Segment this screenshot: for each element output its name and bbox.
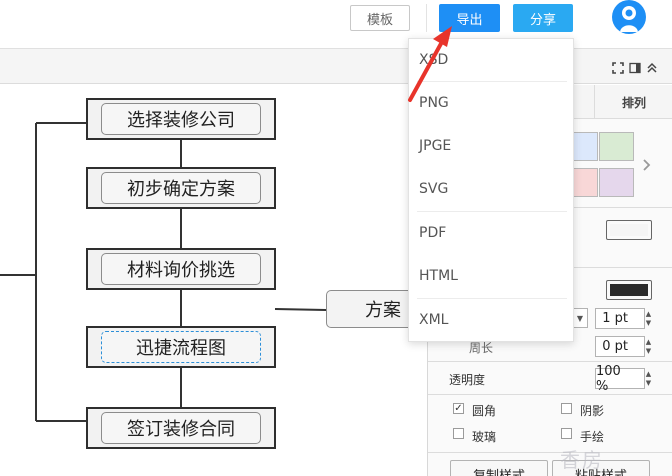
opacity-input[interactable]: 100 %: [595, 364, 645, 394]
copy-style-button[interactable]: 复制样式: [450, 460, 548, 476]
style-swatch[interactable]: [599, 168, 634, 197]
flow-node[interactable]: 签订装修合同: [86, 407, 276, 449]
glass-label: 玻璃: [472, 430, 497, 444]
divider: [428, 452, 672, 453]
divider: [428, 394, 672, 395]
flow-node[interactable]: 材料询价挑选: [86, 248, 276, 290]
export-menu-item-xsd[interactable]: XSD: [419, 52, 448, 68]
opacity-label: 透明度: [449, 373, 486, 387]
export-menu: XSD PNG JPGE SVG PDF HTML XML: [408, 38, 574, 342]
chevron-right-icon[interactable]: [642, 157, 652, 176]
export-menu-item-png[interactable]: PNG: [419, 95, 449, 111]
perimeter-stepper[interactable]: ▲ ▼: [643, 336, 654, 357]
export-menu-item-xml[interactable]: XML: [419, 312, 448, 328]
fill-color-button[interactable]: [606, 220, 652, 240]
export-menu-item-jpge[interactable]: JPGE: [419, 138, 451, 154]
fill-color-preview: [610, 224, 648, 236]
opacity-stepper[interactable]: ▲ ▼: [643, 368, 654, 389]
flow-node-label: 初步确定方案: [101, 172, 261, 204]
line-style-select[interactable]: ▼: [572, 308, 588, 328]
collapse-up-icon[interactable]: [646, 59, 658, 73]
flow-node[interactable]: 选择装修公司: [86, 98, 276, 140]
diagram-canvas[interactable]: 选择装修公司 初步确定方案 材料询价挑选 迅捷流程图 签订装修合同: [0, 85, 427, 476]
fullscreen-icon[interactable]: [612, 59, 624, 74]
watermark: 香房: [560, 448, 604, 472]
menu-divider: [417, 298, 567, 299]
shadow-checkbox[interactable]: [561, 403, 572, 414]
app-window: 模板 导出 分享 选择装修公司 初步确定方案 材料询价挑选 迅捷流程图 签订装修…: [0, 0, 672, 476]
tab-arrange[interactable]: 排列: [594, 85, 672, 119]
menu-divider: [417, 81, 567, 82]
flow-node-label: 选择装修公司: [101, 103, 261, 135]
flow-node-label: 签订装修合同: [101, 412, 261, 444]
perimeter-input[interactable]: 0 pt: [595, 336, 645, 357]
style-swatch[interactable]: [599, 132, 634, 161]
line-color-preview: [610, 284, 648, 296]
flow-node-label: 材料询价挑选: [101, 253, 261, 285]
topbar-divider: [426, 4, 427, 32]
template-button[interactable]: 模板: [350, 5, 410, 31]
export-menu-item-svg[interactable]: SVG: [419, 181, 448, 197]
rounded-checkbox[interactable]: ✓: [453, 403, 464, 414]
sketch-checkbox[interactable]: [561, 428, 572, 439]
divider: [428, 361, 672, 362]
share-button[interactable]: 分享: [513, 4, 573, 32]
export-menu-item-html[interactable]: HTML: [419, 268, 458, 284]
menu-divider: [417, 211, 567, 212]
flow-node-selected[interactable]: 迅捷流程图: [86, 326, 276, 368]
user-avatar-icon[interactable]: [612, 0, 646, 34]
export-menu-item-pdf[interactable]: PDF: [419, 225, 446, 241]
sketch-label: 手绘: [580, 430, 605, 444]
panel-toggle-icon[interactable]: [629, 59, 641, 74]
glass-checkbox[interactable]: [453, 428, 464, 439]
rounded-label: 圆角: [472, 404, 497, 418]
line-width-input[interactable]: 1 pt: [595, 308, 645, 329]
shadow-label: 阴影: [580, 404, 605, 418]
flow-node-label: 迅捷流程图: [101, 331, 261, 363]
side-node-label: 方案: [365, 300, 401, 321]
export-button[interactable]: 导出: [439, 4, 500, 32]
line-width-stepper[interactable]: ▲ ▼: [643, 308, 654, 329]
flow-node[interactable]: 初步确定方案: [86, 167, 276, 209]
line-color-button[interactable]: [606, 280, 652, 300]
